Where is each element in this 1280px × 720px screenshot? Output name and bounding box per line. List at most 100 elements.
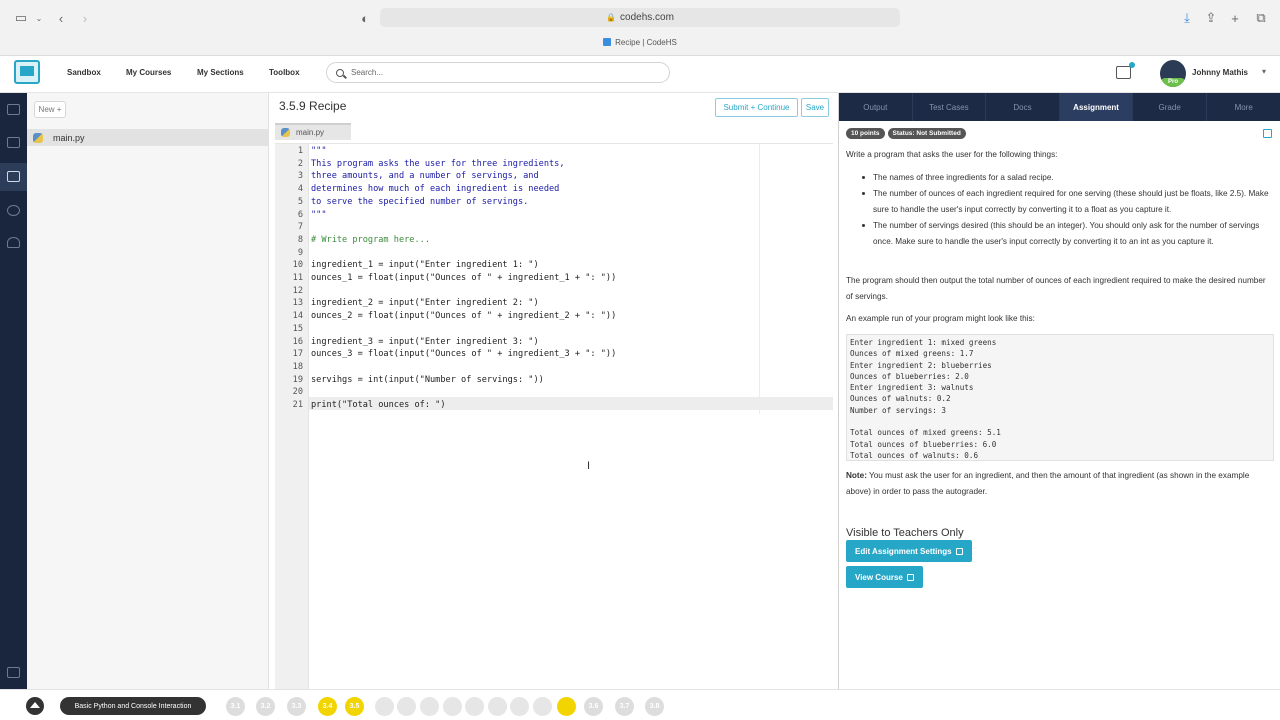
avatar[interactable]: Pro: [1160, 60, 1186, 87]
lesson-3-6[interactable]: 3.6: [584, 697, 603, 716]
lesson-3-7[interactable]: 3.7: [615, 697, 634, 716]
example-line: Enter ingredient 1: mixed greens: [850, 338, 997, 347]
python-file-icon: [33, 132, 43, 143]
view-course-button[interactable]: View Course: [846, 566, 923, 588]
lesson-activity-icon[interactable]: [420, 697, 439, 716]
code-line: ounces_3 = float(input("Ounces of " + in…: [311, 349, 617, 360]
code-line: ingredient_3 = input("Enter ingredient 3…: [311, 336, 539, 347]
line-number: 7: [297, 222, 303, 233]
tab-title: Recipe | CodeHS: [615, 38, 677, 47]
lesson-activity-icon[interactable]: [533, 697, 552, 716]
lesson-activity-icon[interactable]: [557, 697, 576, 716]
code-line: """: [311, 209, 327, 220]
assignment-title: 3.5.9 Recipe: [279, 99, 347, 113]
chevron-down-icon[interactable]: ▾: [1262, 67, 1266, 76]
save-button[interactable]: Save: [801, 98, 829, 117]
code-line: three amounts, and a number of servings,…: [311, 171, 539, 182]
line-number-gutter: 1 2 3 4 5 6 7 8 9 10 11 12 13 14 15 16 17 18 19 20 21: [275, 144, 309, 690]
home-icon[interactable]: [26, 697, 44, 715]
line-number: 20: [292, 387, 303, 398]
nav-toolbox[interactable]: Toolbox: [269, 68, 300, 77]
download-icon[interactable]: ⤓: [1178, 9, 1196, 27]
notifications-icon[interactable]: [1116, 62, 1135, 79]
line-number: 15: [292, 323, 303, 334]
tab-grade[interactable]: Grade: [1133, 93, 1207, 121]
lesson-3-2[interactable]: 3.2: [256, 697, 275, 716]
nav-sandbox[interactable]: Sandbox: [67, 68, 101, 77]
tab-test-cases[interactable]: Test Cases: [913, 93, 987, 121]
bullet-item: The number of servings desired (this sho…: [862, 218, 1275, 250]
lesson-activity-icon[interactable]: [397, 697, 416, 716]
file-item-main-py[interactable]: main.py: [27, 129, 269, 146]
editor-tab-main-py[interactable]: main.py: [275, 123, 351, 140]
lesson-activity-icon[interactable]: [488, 697, 507, 716]
tab-assignment[interactable]: Assignment: [1059, 93, 1134, 121]
code-line: print("Total ounces of: "): [311, 400, 446, 410]
nav-my-courses[interactable]: My Courses: [126, 68, 171, 77]
sidebar-toggle-icon[interactable]: ▭: [12, 9, 30, 27]
example-line: [850, 416, 1270, 427]
external-link-icon: [906, 573, 914, 581]
rail-folder-icon[interactable]: [7, 137, 20, 148]
search-box[interactable]: [326, 62, 670, 83]
lock-icon: 🔒: [606, 13, 617, 22]
line-number: 16: [292, 336, 303, 347]
rail-overview-icon[interactable]: [7, 104, 20, 115]
browser-tab[interactable]: Recipe | CodeHS: [0, 38, 1280, 47]
external-link-icon[interactable]: [1263, 129, 1272, 138]
search-icon: [336, 68, 344, 77]
search-input[interactable]: [351, 68, 651, 77]
codehs-logo-icon[interactable]: [14, 60, 40, 84]
rail-users-icon[interactable]: [7, 237, 20, 248]
lesson-3-3[interactable]: 3.3: [287, 697, 306, 716]
lesson-3-5[interactable]: 3.5: [345, 697, 364, 716]
example-line: Enter ingredient 2: blueberries: [850, 360, 992, 370]
line-number: 4: [297, 184, 303, 195]
tab-more[interactable]: More: [1207, 93, 1280, 121]
line-number: 2: [297, 158, 303, 169]
new-tab-icon[interactable]: +: [1226, 9, 1244, 27]
file-name: main.py: [53, 132, 85, 143]
lesson-3-4[interactable]: 3.4: [318, 697, 337, 716]
forward-icon[interactable]: ›: [76, 9, 94, 27]
code-editor[interactable]: 1 2 3 4 5 6 7 8 9 10 11 12 13 14 15 16 17 18 19 20 21 """ Thi…: [275, 143, 833, 690]
lesson-activity-icon[interactable]: [375, 697, 394, 716]
nav-my-sections[interactable]: My Sections: [197, 68, 244, 77]
user-name[interactable]: Johnny Mathis: [1192, 68, 1248, 77]
tab-output[interactable]: Output: [839, 93, 913, 121]
rail-code-icon[interactable]: [7, 171, 20, 182]
lesson-3-8[interactable]: 3.8: [645, 697, 664, 716]
external-link-icon: [955, 547, 963, 555]
line-number: 21: [292, 400, 303, 410]
example-line: Total ounces of walnuts: 0.6: [850, 450, 979, 460]
rail-terminal-icon[interactable]: [7, 667, 20, 678]
teachers-heading: Visible to Teachers Only: [846, 527, 964, 539]
code-line: This program asks the user for three ing…: [311, 158, 565, 169]
privacy-shield-icon[interactable]: ◐: [356, 9, 374, 27]
lesson-activity-icon[interactable]: [443, 697, 462, 716]
rail-settings-icon[interactable]: [7, 205, 20, 216]
example-line: Ounces of mixed greens: 1.7: [850, 349, 974, 359]
code-line: ounces_2 = float(input("Ounces of " + in…: [311, 311, 617, 322]
line-number: 8: [297, 234, 303, 245]
tab-docs[interactable]: Docs: [986, 93, 1060, 121]
unit-label[interactable]: Basic Python and Console Interaction: [60, 697, 206, 715]
line-number: 10: [292, 260, 303, 271]
assignment-intro: Write a program that asks the user for t…: [846, 150, 1058, 159]
lesson-3-1[interactable]: 3.1: [226, 697, 245, 716]
code-line: # Write program here...: [311, 234, 430, 245]
chevron-down-icon[interactable]: ⌄: [30, 9, 48, 27]
line-number: 19: [292, 374, 303, 385]
address-bar[interactable]: 🔒 codehs.com: [380, 8, 900, 27]
lesson-activity-icon[interactable]: [510, 697, 529, 716]
code-line: servihgs = int(input("Number of servings…: [311, 374, 544, 385]
icon-rail: [0, 93, 27, 689]
edit-assignment-settings-button[interactable]: Edit Assignment Settings: [846, 540, 972, 562]
back-icon[interactable]: ‹: [52, 9, 70, 27]
share-icon[interactable]: ⇪: [1202, 9, 1220, 27]
lesson-activity-icon[interactable]: [465, 697, 484, 716]
submit-continue-button[interactable]: Submit + Continue: [715, 98, 798, 117]
tabs-overview-icon[interactable]: ⧉: [1252, 9, 1270, 27]
new-file-button[interactable]: New +: [34, 101, 66, 118]
example-intro: An example run of your program might loo…: [846, 314, 1035, 323]
